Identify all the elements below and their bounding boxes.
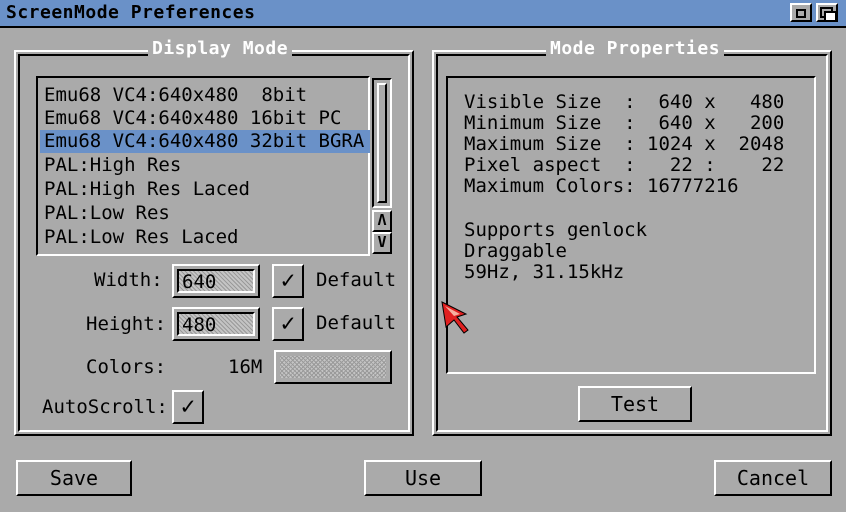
mode-list-item[interactable]: PAL:High Res Laced [40, 178, 370, 201]
property-line: Pixel aspect : 22 : 22 [464, 154, 785, 176]
feature-line: Supports genlock [464, 219, 648, 241]
property-line: Maximum Size : 1024 x 2048 [464, 133, 785, 155]
feature-line: 59Hz, 31.15kHz [464, 261, 625, 283]
mode-list-item[interactable]: Emu68 VC4:640x480 16bit PC [40, 107, 370, 130]
mode-list-item[interactable]: PAL:Low Res [40, 202, 370, 225]
scrollbar-knob[interactable] [372, 78, 392, 208]
property-line: Visible Size : 640 x 480 [464, 91, 785, 113]
width-label: Width: [94, 269, 163, 291]
mode-list-scrollbar[interactable]: Λ V [372, 78, 392, 254]
width-default-label: Default [316, 269, 397, 291]
screenmode-window: ScreenMode Preferences Display Mode Emu6… [0, 0, 846, 512]
colors-slider[interactable] [274, 350, 392, 384]
mode-properties-title: Mode Properties [546, 38, 725, 59]
height-default-checkbox[interactable]: ✓ [272, 307, 304, 341]
width-field[interactable]: 640 [172, 264, 260, 298]
colors-label: Colors: [86, 356, 167, 378]
display-mode-title: Display Mode [148, 38, 293, 59]
property-line: Maximum Colors: 16777216 [464, 175, 739, 197]
title-bar[interactable]: ScreenMode Preferences [0, 0, 846, 28]
cancel-button[interactable]: Cancel [714, 460, 832, 496]
scroll-down-icon[interactable]: V [372, 232, 392, 254]
mode-properties-panel: Visible Size : 640 x 480 Minimum Size : … [446, 76, 816, 374]
mouse-pointer-icon [441, 301, 469, 334]
scroll-up-icon[interactable]: Λ [372, 210, 392, 232]
colors-value: 16M [228, 356, 263, 378]
window-title: ScreenMode Preferences [6, 2, 256, 23]
depth-gadget-icon[interactable] [816, 3, 838, 22]
colors-slider-track[interactable] [280, 356, 386, 378]
mode-list-item[interactable]: PAL:High Res [40, 154, 370, 177]
mode-list[interactable]: Emu68 VC4:640x480 8bit Emu68 VC4:640x480… [36, 76, 370, 256]
use-button[interactable]: Use [364, 460, 482, 496]
mode-list-item[interactable]: PAL:Low Res Laced [40, 226, 370, 249]
property-line: Minimum Size : 640 x 200 [464, 112, 785, 134]
mode-list-item[interactable]: Emu68 VC4:640x480 8bit [40, 84, 370, 107]
height-input[interactable]: 480 [177, 312, 255, 336]
zoom-gadget-icon[interactable] [790, 3, 812, 22]
feature-line: Draggable [464, 240, 567, 262]
test-button[interactable]: Test [578, 386, 692, 422]
height-label: Height: [86, 313, 167, 335]
autoscroll-label: AutoScroll: [42, 396, 168, 418]
autoscroll-checkbox[interactable]: ✓ [172, 390, 204, 424]
mode-list-item-selected[interactable]: Emu68 VC4:640x480 32bit BGRA [40, 130, 370, 153]
width-input[interactable]: 640 [177, 269, 255, 293]
width-default-checkbox[interactable]: ✓ [272, 264, 304, 298]
height-default-label: Default [316, 312, 397, 334]
save-button[interactable]: Save [16, 460, 132, 496]
height-field[interactable]: 480 [172, 307, 260, 341]
